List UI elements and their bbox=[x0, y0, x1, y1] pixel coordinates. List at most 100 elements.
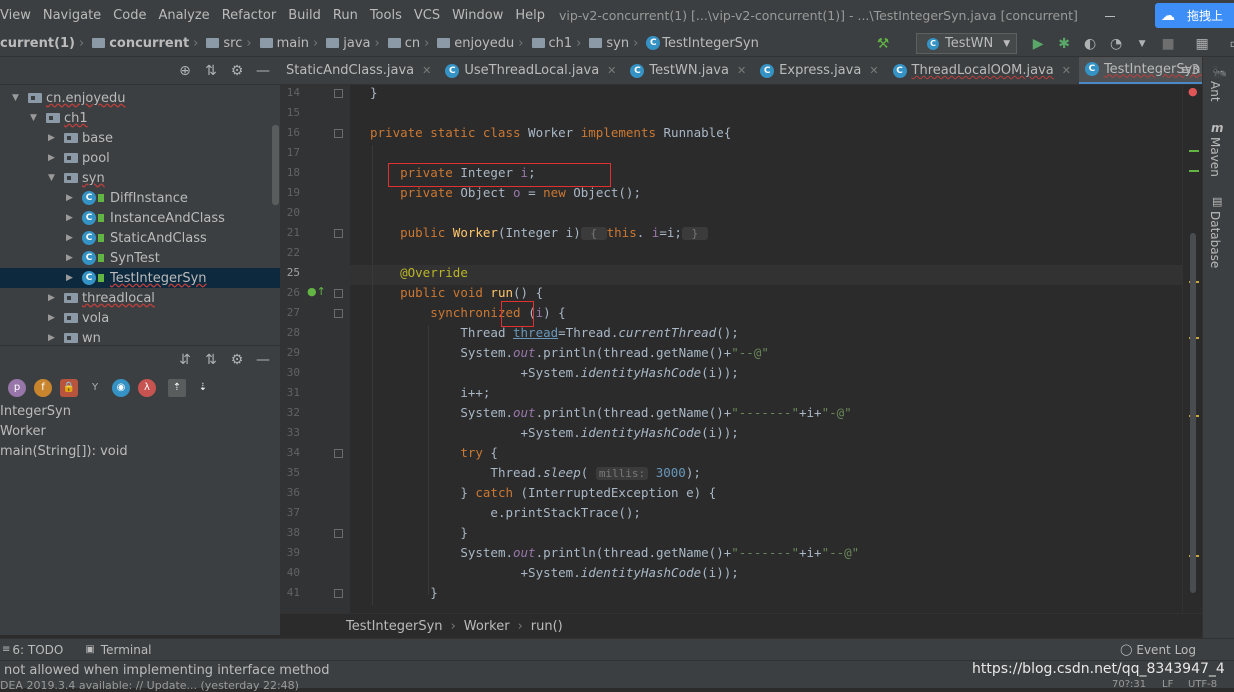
code-editor[interactable]: } private static class Worker implements … bbox=[350, 85, 1182, 613]
run-config-select[interactable]: C TestWN ▼ bbox=[916, 33, 1018, 54]
tree-node-class[interactable]: ▶ C DiffInstance bbox=[66, 188, 188, 208]
show-inherited-icon[interactable]: Y bbox=[86, 379, 104, 397]
structure-item[interactable]: IntegerSyn bbox=[0, 404, 71, 424]
show-anonymous-icon[interactable]: ◉ bbox=[112, 379, 130, 397]
tree-node-vola[interactable]: ▶ vola bbox=[48, 308, 109, 328]
tab-database[interactable]: Database bbox=[1208, 211, 1222, 268]
menu-code[interactable]: Code bbox=[107, 8, 152, 23]
debug-icon[interactable]: ✱ bbox=[1053, 33, 1075, 55]
fold-marker-icon[interactable] bbox=[334, 529, 343, 538]
menu-vcs[interactable]: VCS bbox=[408, 8, 446, 23]
tree-node-root[interactable]: ▼ cn.enjoyedu bbox=[12, 88, 126, 108]
run-icon[interactable]: ▶ bbox=[1027, 33, 1049, 55]
gear-icon[interactable]: ⚙ bbox=[224, 352, 250, 368]
scroll-thumb[interactable] bbox=[1190, 233, 1196, 593]
menu-view[interactable]: View bbox=[0, 8, 37, 23]
menu-run[interactable]: Run bbox=[327, 8, 364, 23]
tab-usethreadlocal[interactable]: C UseThreadLocal.java ✕ bbox=[439, 57, 624, 84]
breadcrumb-item[interactable]: Worker bbox=[464, 619, 510, 634]
fold-marker-icon[interactable] bbox=[334, 229, 343, 238]
close-icon[interactable]: ✕ bbox=[422, 64, 431, 77]
stop-icon[interactable]: ■ bbox=[1157, 33, 1179, 55]
project-structure-icon[interactable]: ▦ bbox=[1191, 33, 1213, 55]
layout-icon[interactable]: ▭ bbox=[1225, 33, 1234, 55]
hide-icon[interactable]: — bbox=[250, 63, 276, 79]
collapse-all-icon[interactable]: ⇅ bbox=[198, 352, 224, 368]
fold-marker-icon[interactable] bbox=[334, 309, 343, 318]
breadcrumb-item[interactable]: run() bbox=[531, 619, 563, 634]
fold-marker-icon[interactable] bbox=[334, 89, 343, 98]
fold-marker-icon[interactable] bbox=[334, 129, 343, 138]
cloud-upload-button[interactable]: ☁ 拖拽上 bbox=[1155, 3, 1234, 28]
close-icon[interactable]: ✕ bbox=[737, 64, 746, 77]
menu-analyze[interactable]: Analyze bbox=[152, 8, 215, 23]
breadcrumb-item[interactable]: TestIntegerSyn bbox=[346, 619, 443, 634]
structure-item[interactable]: main(String[]): void bbox=[0, 444, 128, 464]
structure-item[interactable]: Worker bbox=[0, 424, 46, 444]
nav-crumb[interactable]: concurrent bbox=[109, 36, 189, 51]
expand-all-icon[interactable]: ⇵ bbox=[172, 352, 198, 368]
update-notice[interactable]: DEA 2019.3.4 available: // Update... (ye… bbox=[0, 679, 299, 692]
close-icon[interactable]: ✕ bbox=[607, 64, 616, 77]
nav-crumb[interactable]: enjoyedu bbox=[454, 36, 514, 51]
tree-node-class[interactable]: ▶ C InstanceAndClass bbox=[66, 208, 225, 228]
nav-crumb[interactable]: cn bbox=[405, 36, 420, 51]
tree-node-class[interactable]: ▶ C SynTest bbox=[66, 248, 160, 268]
tree-node-base[interactable]: ▶ base bbox=[48, 128, 113, 148]
tab-express[interactable]: C Express.java ✕ bbox=[754, 57, 886, 84]
tree-node-class-selected[interactable]: ▶ C TestIntegerSyn bbox=[0, 268, 280, 288]
menu-navigate[interactable]: Navigate bbox=[37, 8, 107, 23]
tab-threadlocaloom[interactable]: C ThreadLocalOOM.java ✕ bbox=[887, 57, 1079, 84]
show-properties-icon[interactable]: p bbox=[8, 379, 26, 397]
tab-overflow-menu[interactable]: ≡3 bbox=[1178, 57, 1202, 84]
tree-scrollbar[interactable] bbox=[272, 125, 279, 205]
menu-refactor[interactable]: Refactor bbox=[216, 8, 283, 23]
tree-node-ch1[interactable]: ▼ ch1 bbox=[30, 108, 88, 128]
build-hammer-icon[interactable]: ⚒ bbox=[872, 33, 894, 55]
tool-event-log[interactable]: Event Log bbox=[1136, 643, 1196, 657]
collapse-all-icon[interactable]: ⇅ bbox=[198, 63, 224, 79]
nav-crumb[interactable]: TestIntegerSyn bbox=[662, 36, 759, 51]
menu-help[interactable]: Help bbox=[509, 8, 551, 23]
line-separator[interactable]: LF bbox=[1162, 679, 1173, 690]
tab-ant[interactable]: Ant bbox=[1208, 81, 1222, 102]
menu-build[interactable]: Build bbox=[282, 8, 327, 23]
tree-node-class[interactable]: ▶ C StaticAndClass bbox=[66, 228, 207, 248]
fold-marker-icon[interactable] bbox=[334, 289, 343, 298]
coverage-icon[interactable]: ◐ bbox=[1079, 33, 1101, 55]
show-lambdas-icon[interactable]: λ bbox=[138, 379, 156, 397]
menu-tools[interactable]: Tools bbox=[364, 8, 408, 23]
nav-crumb[interactable]: src bbox=[223, 36, 242, 51]
nav-crumb[interactable]: current(1) bbox=[0, 36, 75, 51]
editor-scrollbar[interactable]: ● bbox=[1182, 85, 1202, 613]
gear-icon[interactable]: ⚙ bbox=[224, 63, 250, 79]
caret-position[interactable]: 70?:31 bbox=[1112, 679, 1146, 690]
minimize-button[interactable] bbox=[1100, 4, 1120, 24]
tree-node-syn[interactable]: ▼ syn bbox=[48, 168, 105, 188]
profile-icon[interactable]: ◔ bbox=[1105, 33, 1127, 55]
nav-crumb[interactable]: ch1 bbox=[549, 36, 573, 51]
tree-node-pool[interactable]: ▶ pool bbox=[48, 148, 110, 168]
tab-testwn[interactable]: C TestWN.java ✕ bbox=[624, 57, 754, 84]
close-icon[interactable]: ✕ bbox=[1062, 64, 1071, 77]
file-encoding[interactable]: UTF-8 bbox=[1188, 679, 1217, 690]
fold-marker-icon[interactable] bbox=[334, 449, 343, 458]
fold-marker-icon[interactable] bbox=[334, 589, 343, 598]
show-non-public-icon[interactable]: 🔒 bbox=[60, 379, 78, 397]
nav-crumb[interactable]: syn bbox=[606, 36, 629, 51]
sort-alpha-icon[interactable]: ⇣ bbox=[194, 379, 212, 397]
hide-icon[interactable]: — bbox=[250, 352, 276, 368]
locate-icon[interactable]: ⊕ bbox=[172, 63, 198, 79]
tree-node-threadlocal[interactable]: ▶ threadlocal bbox=[48, 288, 155, 308]
sort-visibility-icon[interactable]: ⇡ bbox=[168, 379, 186, 397]
tab-staticandclass[interactable]: StaticAndClass.java ✕ bbox=[280, 57, 439, 84]
nav-crumb[interactable]: java bbox=[343, 36, 370, 51]
close-icon[interactable]: ✕ bbox=[869, 64, 878, 77]
run-dropdown-icon[interactable]: ▼ bbox=[1131, 33, 1153, 55]
tool-terminal[interactable]: Terminal bbox=[101, 643, 152, 657]
show-fields-icon[interactable]: f bbox=[34, 379, 52, 397]
nav-crumb[interactable]: main bbox=[277, 36, 309, 51]
implements-marker-icon[interactable]: ●↑ bbox=[307, 285, 326, 298]
tab-maven[interactable]: Maven bbox=[1208, 137, 1222, 177]
menu-window[interactable]: Window bbox=[446, 8, 509, 23]
